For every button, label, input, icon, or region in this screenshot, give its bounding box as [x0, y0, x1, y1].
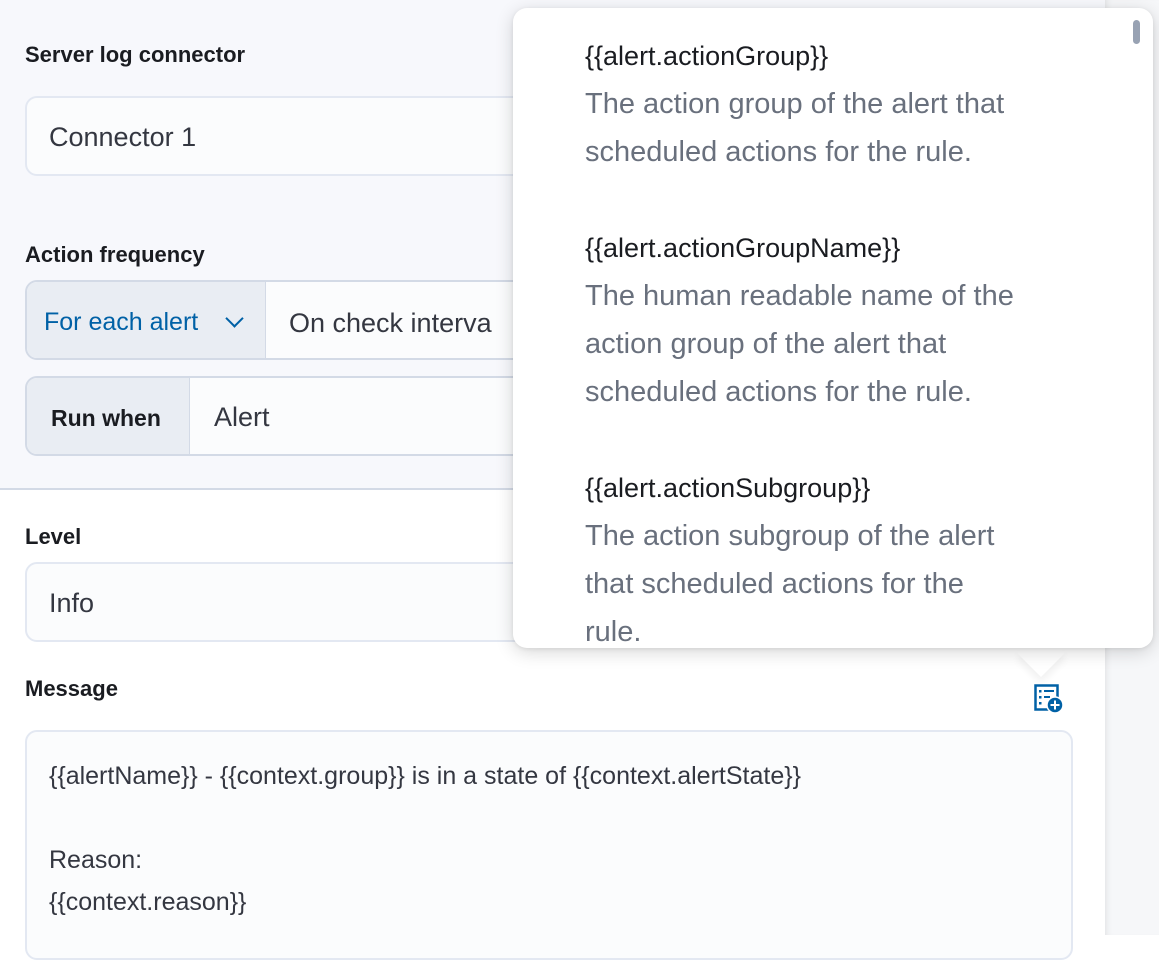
level-value: Info — [49, 588, 95, 618]
variable-description: action group of the alert that — [585, 328, 947, 360]
level-label: Level — [25, 524, 82, 549]
add-variable-button[interactable] — [1034, 684, 1064, 714]
variable-option[interactable]: {{alert.actionGroupName}} The human read… — [585, 224, 1105, 416]
variable-name: {{alert.actionGroupName}} — [585, 233, 901, 263]
message-line: Reason: — [49, 846, 143, 874]
message-label: Message — [25, 676, 118, 701]
variable-description: that scheduled actions for the — [585, 568, 964, 600]
message-textarea[interactable]: {{alertName}} - {{context.group}} is in … — [25, 730, 1073, 960]
run-when-label: Run when — [51, 405, 161, 431]
connector-value: Connector 1 — [49, 122, 197, 152]
variable-option[interactable]: {{alert.actionSubgroup}} The action subg… — [585, 464, 1105, 648]
list-add-icon — [1034, 684, 1064, 714]
variable-name: {{alert.actionSubgroup}} — [585, 473, 871, 503]
variable-option[interactable]: {{alert.actionGroup}} The action group o… — [585, 32, 1105, 176]
variable-description: The action group of the alert that — [585, 88, 1005, 120]
chevron-down-icon — [225, 309, 244, 328]
frequency-dropdown-button[interactable]: For each alert — [27, 282, 266, 358]
action-frequency-label: Action frequency — [25, 242, 205, 267]
variable-description: The human readable name of the — [585, 280, 1014, 312]
run-when-select[interactable]: Alert — [214, 402, 270, 433]
message-line: {{alertName}} - {{context.group}} is in … — [49, 762, 801, 790]
popover-scrollbar[interactable] — [1133, 20, 1140, 44]
run-when-prepend: Run when — [27, 378, 190, 454]
connector-label: Server log connector — [25, 42, 246, 67]
variable-description: scheduled actions for the rule. — [585, 376, 972, 408]
frequency-button-label: For each alert — [44, 308, 199, 336]
message-line: {{context.reason}} — [49, 888, 247, 916]
variable-description: scheduled actions for the rule. — [585, 136, 972, 168]
variable-description: The action subgroup of the alert — [585, 520, 995, 552]
frequency-value[interactable]: On check interva — [289, 308, 492, 339]
variables-popover: {{alert.actionGroup}} The action group o… — [513, 8, 1153, 648]
variable-description: rule. — [585, 616, 642, 648]
variable-name: {{alert.actionGroup}} — [585, 41, 829, 71]
